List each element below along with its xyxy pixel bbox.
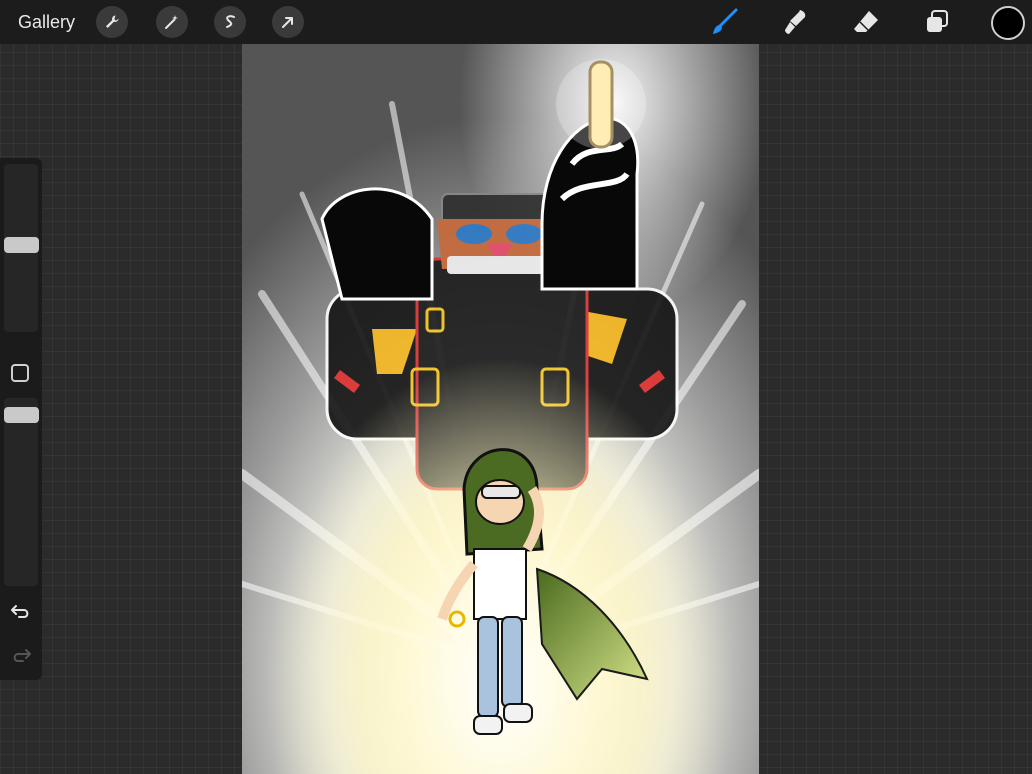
layers-icon: [927, 10, 948, 32]
magic-wand-icon: [165, 15, 178, 29]
artwork-illustration: [242, 44, 759, 774]
drawing-canvas[interactable]: [242, 44, 759, 774]
selection-button[interactable]: [214, 6, 246, 38]
eraser-icon: [854, 11, 878, 32]
smudge-tool-button[interactable]: [779, 6, 813, 38]
opacity-handle[interactable]: [4, 406, 39, 423]
redo-button[interactable]: [10, 646, 32, 666]
adjustments-button[interactable]: [156, 6, 188, 38]
undo-button[interactable]: [10, 602, 32, 622]
sidebar: [0, 158, 42, 680]
smudge-icon: [785, 10, 806, 34]
selection-s-icon: [226, 15, 235, 28]
actions-button[interactable]: [96, 6, 128, 38]
eraser-tool-button[interactable]: [849, 6, 883, 38]
transform-button[interactable]: [272, 6, 304, 38]
opacity-slider[interactable]: [4, 398, 38, 586]
gallery-button[interactable]: Gallery: [18, 11, 75, 33]
brush-tool-button[interactable]: [708, 6, 742, 38]
wrench-icon: [106, 15, 119, 28]
undo-icon: [11, 605, 29, 618]
arrow-cursor-icon: [282, 17, 293, 28]
layers-button[interactable]: [920, 6, 954, 38]
brush-icon: [713, 8, 738, 34]
top-toolbar: Gallery: [0, 0, 1032, 44]
brush-size-handle[interactable]: [4, 236, 39, 253]
color-picker-button[interactable]: [991, 6, 1025, 40]
modify-button[interactable]: [11, 364, 29, 382]
redo-icon: [13, 649, 31, 662]
